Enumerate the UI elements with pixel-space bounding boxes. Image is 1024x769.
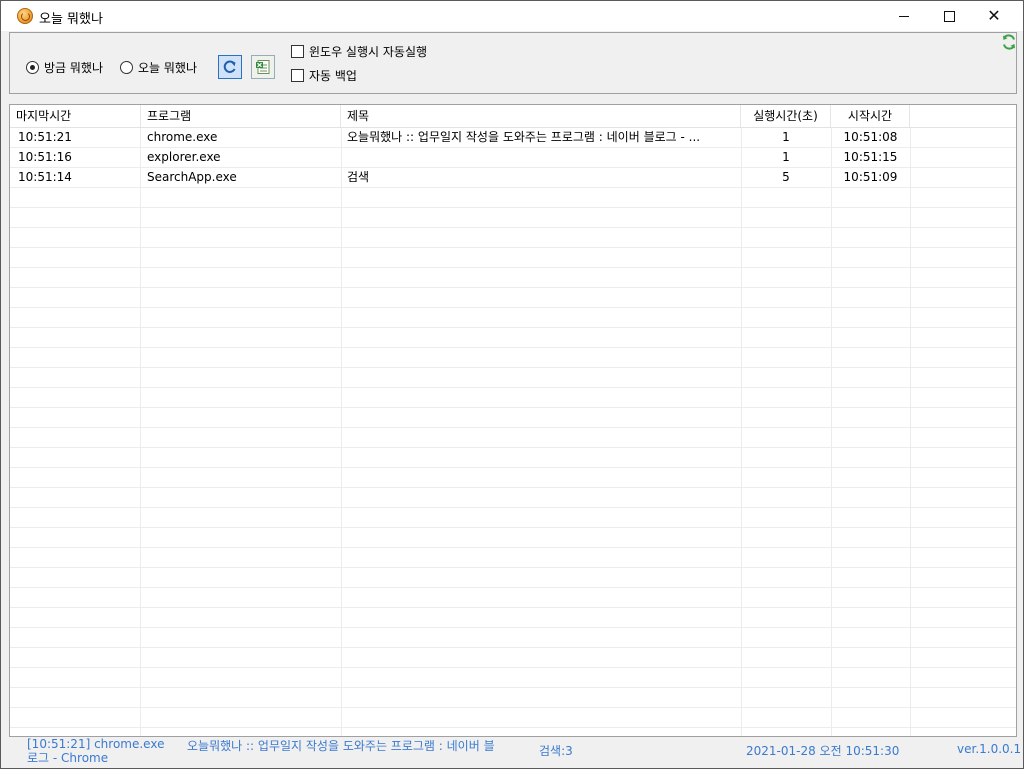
- status-datetime: 2021-01-28 오전 10:51:30: [746, 744, 900, 758]
- empty-row: [10, 308, 1016, 328]
- empty-row: [10, 728, 1016, 736]
- empty-row: [10, 408, 1016, 428]
- empty-row: [10, 508, 1016, 528]
- cell-start-time: 10:51:09: [843, 170, 898, 184]
- refresh-icon: [223, 60, 236, 73]
- cell-last-time: 10:51:16: [18, 150, 72, 164]
- activity-table[interactable]: 마지막시간 프로그램 제목 실행시간(초) 시작시간 10:51:21 chro…: [9, 104, 1017, 737]
- sync-icon[interactable]: [1000, 33, 1018, 51]
- status-current-title-line2: 로그 - Chrome: [27, 751, 109, 765]
- autorun-checkbox-box[interactable]: [291, 45, 304, 58]
- cell-program: chrome.exe: [147, 130, 218, 144]
- minimize-icon: [899, 15, 909, 17]
- auto-backup-checkbox[interactable]: 자동 백업: [291, 67, 357, 84]
- empty-row: [10, 548, 1016, 568]
- table-row[interactable]: 10:51:21 chrome.exe 오늘뭐했나 :: 업무일지 작성을 도와…: [10, 128, 1016, 148]
- auto-backup-checkbox-box[interactable]: [291, 69, 304, 82]
- empty-row: [10, 708, 1016, 728]
- empty-row: [10, 428, 1016, 448]
- empty-row: [10, 188, 1016, 208]
- refresh-button[interactable]: [218, 55, 242, 79]
- options-panel: 방금 뭐했나 오늘 뭐했나 윈도우 실행시 자동실행 자동 백업: [9, 32, 1017, 94]
- column-header-duration[interactable]: 실행시간(초): [741, 105, 831, 127]
- minimize-button[interactable]: [881, 1, 927, 31]
- column-header-title[interactable]: 제목: [341, 105, 741, 127]
- empty-row: [10, 468, 1016, 488]
- cell-last-time: 10:51:14: [18, 170, 72, 184]
- cell-program: explorer.exe: [147, 150, 221, 164]
- empty-row: [10, 388, 1016, 408]
- app-logo-icon: [17, 8, 33, 24]
- excel-export-icon: [256, 60, 270, 74]
- maximize-icon: [943, 10, 955, 22]
- table-row[interactable]: 10:51:14 SearchApp.exe 검색 5 10:51:09: [10, 168, 1016, 188]
- cell-duration: 1: [782, 130, 790, 144]
- window-title: 오늘 뭐했나: [39, 12, 103, 27]
- empty-row: [10, 688, 1016, 708]
- status-version: ver.1.0.0.1: [957, 742, 1022, 756]
- empty-row: [10, 648, 1016, 668]
- column-header-last-time[interactable]: 마지막시간: [10, 105, 141, 127]
- status-current-title-line1: 오늘뭐했나 :: 업무일지 작성을 도와주는 프로그램 : 네이버 블: [187, 739, 495, 753]
- maximize-button[interactable]: [926, 1, 972, 31]
- radio-today[interactable]: 오늘 뭐했나: [120, 59, 197, 76]
- table-header: 마지막시간 프로그램 제목 실행시간(초) 시작시간: [10, 105, 1016, 128]
- empty-row: [10, 488, 1016, 508]
- status-bar: [10:51:21] chrome.exe 오늘뭐했나 :: 업무일지 작성을 …: [9, 737, 1021, 765]
- cell-start-time: 10:51:08: [843, 130, 898, 144]
- empty-row: [10, 348, 1016, 368]
- radio-circle[interactable]: [120, 61, 133, 74]
- cell-title: 오늘뭐했나 :: 업무일지 작성을 도와주는 프로그램 : 네이버 블로그 - …: [347, 130, 701, 144]
- cell-program: SearchApp.exe: [147, 170, 237, 184]
- column-header-start-time[interactable]: 시작시간: [831, 105, 910, 127]
- cell-title: [341, 148, 741, 167]
- cell-last-time: 10:51:21: [18, 130, 72, 144]
- export-excel-button[interactable]: [251, 55, 275, 79]
- radio-circle-selected[interactable]: [26, 61, 39, 74]
- auto-backup-label: 자동 백업: [309, 69, 357, 83]
- empty-row: [10, 608, 1016, 628]
- table-body: 10:51:21 chrome.exe 오늘뭐했나 :: 업무일지 작성을 도와…: [10, 128, 1016, 736]
- radio-just-now-label: 방금 뭐했나: [44, 61, 104, 75]
- autorun-checkbox[interactable]: 윈도우 실행시 자동실행: [291, 43, 427, 60]
- radio-just-now[interactable]: 방금 뭐했나: [26, 59, 103, 76]
- empty-row: [10, 328, 1016, 348]
- cell-duration: 1: [782, 150, 790, 164]
- empty-row: [10, 368, 1016, 388]
- empty-row: [10, 208, 1016, 228]
- empty-row: [10, 668, 1016, 688]
- close-icon: ✕: [987, 6, 1001, 25]
- app-window: 오늘 뭐했나 ✕ 방금 뭐했나 오늘 뭐했나 윈도우 실행시 자동실행 자동 백…: [0, 0, 1024, 769]
- empty-row: [10, 568, 1016, 588]
- status-count: 검색:3: [539, 744, 573, 758]
- column-header-program[interactable]: 프로그램: [141, 105, 341, 127]
- empty-row: [10, 528, 1016, 548]
- empty-row: [10, 588, 1016, 608]
- table-row[interactable]: 10:51:16 explorer.exe 1 10:51:15: [10, 148, 1016, 168]
- cell-title: 검색: [347, 170, 370, 184]
- radio-today-label: 오늘 뭐했나: [138, 61, 198, 75]
- close-button[interactable]: ✕: [971, 1, 1017, 31]
- empty-row: [10, 448, 1016, 468]
- autorun-label: 윈도우 실행시 자동실행: [309, 45, 428, 59]
- empty-row: [10, 268, 1016, 288]
- empty-row: [10, 248, 1016, 268]
- empty-row: [10, 628, 1016, 648]
- cell-duration: 5: [782, 170, 790, 184]
- cell-start-time: 10:51:15: [843, 150, 898, 164]
- title-bar[interactable]: 오늘 뭐했나 ✕: [1, 1, 1023, 31]
- empty-row: [10, 228, 1016, 248]
- empty-row: [10, 288, 1016, 308]
